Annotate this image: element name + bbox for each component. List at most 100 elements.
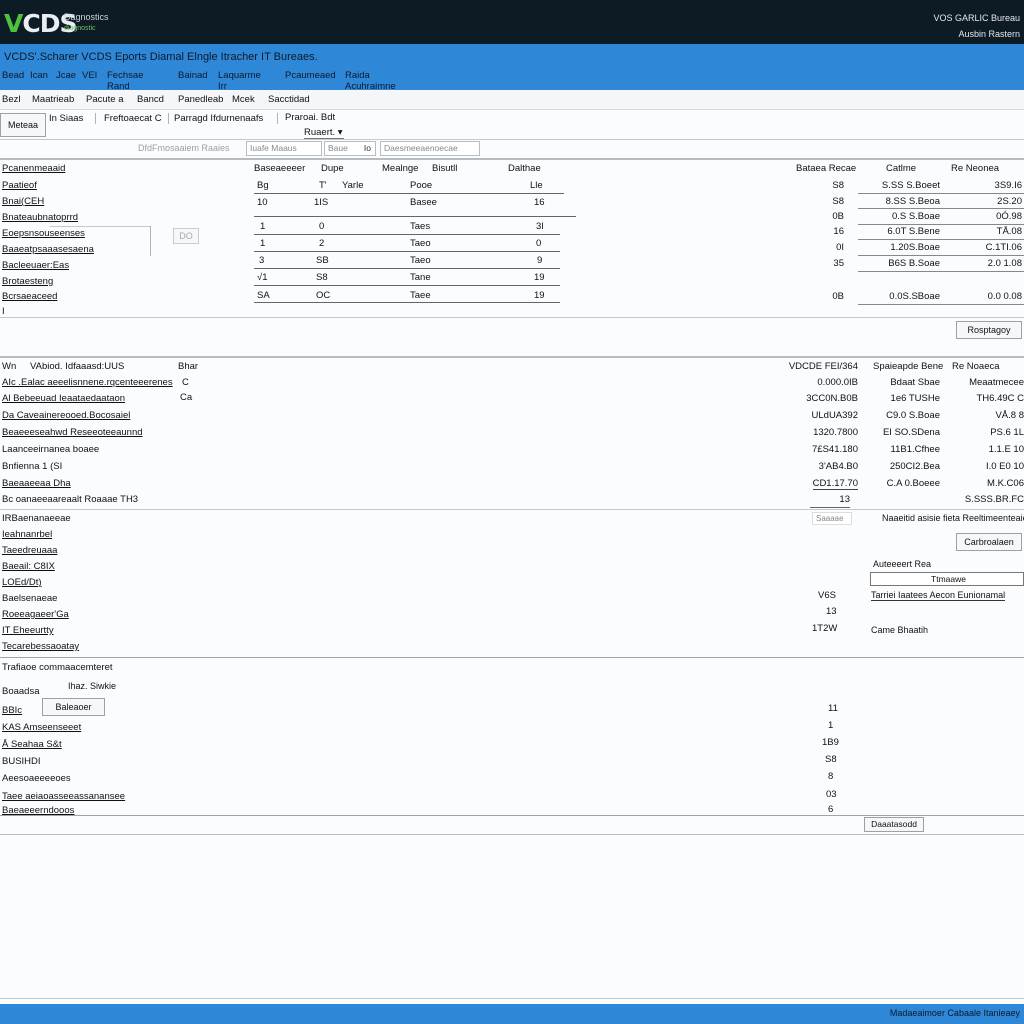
row-label[interactable]: Paatieof	[2, 180, 37, 191]
cell: Taeo	[410, 255, 431, 266]
row-label[interactable]: Pcanenmeaaid	[2, 163, 65, 174]
link-in-siaas[interactable]: In Siaas	[49, 113, 83, 124]
menu-item[interactable]: VEI	[82, 70, 97, 81]
filter-input-2[interactable]: Baue Io	[324, 141, 376, 156]
cell: Lle	[530, 180, 543, 191]
section3-label[interactable]: BBIc	[2, 705, 22, 716]
module-c2: I.0 E0 10	[985, 461, 1024, 472]
search-input[interactable]: Saaaae	[812, 512, 852, 525]
section3-label[interactable]: Boaadsa	[2, 686, 40, 697]
top-header-bar	[0, 0, 1024, 44]
link-freftoaecat[interactable]: Freftoaecat C	[104, 113, 162, 124]
right-cell: 2.0 1.08	[987, 258, 1022, 269]
brand-subtitle: diagnostic	[64, 25, 96, 32]
right-box-field[interactable]: Ttmaawe	[870, 572, 1024, 586]
row-divider	[254, 193, 564, 194]
cell: 1	[260, 238, 266, 249]
daaatasodd-button[interactable]: Daaatasodd	[864, 817, 924, 832]
cell: SA	[257, 290, 270, 301]
section3-number: 11	[828, 703, 838, 714]
col-header: Dupe	[321, 163, 344, 174]
filter-input-3[interactable]: Daesmeeaenoecae	[380, 141, 480, 156]
lower-label[interactable]: Taeedreuaaa	[2, 545, 57, 556]
cell: √1	[257, 272, 268, 283]
lower-label[interactable]: Roeeagaeer'Ga	[2, 609, 69, 620]
module-c1: 1e6 TUSHe	[890, 393, 940, 404]
cell: Taee	[410, 290, 431, 301]
menu-item[interactable]: Laquarme Irr	[218, 70, 261, 92]
menu-item[interactable]: Ican	[30, 70, 48, 81]
cell: 1	[260, 221, 266, 232]
left-action-button[interactable]: Meteaa	[0, 113, 46, 137]
module-value: ULdUA392	[811, 410, 858, 421]
cell: Bg	[257, 180, 269, 191]
lower-label[interactable]: Ieahnanrbel	[2, 529, 52, 540]
menu-item[interactable]: Pcaumeaed	[285, 70, 336, 81]
small-ok-button[interactable]: DO	[173, 228, 199, 244]
module-c1: EI SO.SDena	[882, 427, 940, 438]
rosptagoy-button[interactable]: Rosptagoy	[956, 321, 1022, 339]
toolbar: Bezl Maatrieab Pacute a Bancd Panedleab …	[0, 90, 1024, 110]
section2-head-mid: VAbiod. Idfaaasd:UUS	[30, 361, 125, 372]
col-header: Baseaeeeer	[254, 163, 306, 174]
section3-label[interactable]: Taee aeiaoasseeassanansee	[2, 791, 125, 802]
toolbar-item[interactable]: Sacctidad	[268, 94, 310, 105]
right-box-select[interactable]: Tarriei Iaatees Aecon Eunionamal	[871, 590, 1006, 601]
row-label[interactable]: Bnateaubnatoprrd	[2, 212, 78, 223]
lower-label[interactable]: IT Eheeurtty	[2, 625, 54, 636]
toolbar-item[interactable]: Mcek	[232, 94, 255, 105]
module-value: 7£S41.180	[812, 444, 858, 455]
section3-label[interactable]: Å Seahaa S&t	[2, 739, 62, 750]
filter-select-value: Ruaert.	[304, 127, 336, 138]
row-label[interactable]: Brotaesteng	[2, 276, 53, 287]
row-label[interactable]: Bacleeuaer:Eas	[2, 260, 69, 271]
row-label[interactable]: Bcrsaeaceed	[2, 291, 57, 302]
filter-select[interactable]: Ruaert. ▾	[304, 127, 344, 139]
baleaoer-button[interactable]: Baleaoer	[42, 698, 105, 716]
lower-label[interactable]: Tecarebessaoatay	[2, 641, 79, 652]
section3-label[interactable]: KAS Amseenseeet	[2, 722, 81, 733]
menu-item[interactable]: Bainad	[178, 70, 208, 81]
module-info-section	[0, 356, 1024, 656]
row-divider	[254, 302, 560, 303]
col-header: Bisutll	[432, 163, 458, 174]
toolbar-item[interactable]: Panedleab	[178, 94, 223, 105]
cell: 3	[259, 255, 265, 266]
lower-label[interactable]: LOEd/Dt)	[2, 577, 42, 588]
filter-input-1[interactable]: Iuafe Maaus	[246, 141, 322, 156]
module-label: Bnfienna 1 (SI	[2, 461, 63, 472]
divider	[0, 139, 1024, 140]
row-label[interactable]: Eoepsnsouseenses	[2, 228, 85, 239]
toolbar-item[interactable]: Bancd	[137, 94, 164, 105]
carbroalaen-button[interactable]: Carbroalaen	[956, 533, 1022, 551]
cell: 3I	[536, 221, 544, 232]
row-label[interactable]: Baaeatpsaaasesaena	[2, 244, 94, 255]
section3-label[interactable]: BUSIHDI	[2, 756, 41, 767]
right-cell: 0.S S.Boae	[891, 211, 940, 222]
toolbar-item[interactable]: Maatrieab	[32, 94, 74, 105]
status-text: Madaeaimoer Cabaale Itanieaey	[889, 1008, 1020, 1018]
lower-label[interactable]: Baelsenaeae	[2, 593, 57, 604]
menu-item[interactable]: Raida Acuhraimne	[345, 70, 396, 92]
link-parragd[interactable]: Parragd Ifdurnenaafs	[174, 113, 263, 124]
section3-label[interactable]: Aeesoaeeeeoes	[2, 773, 71, 784]
toolbar-item[interactable]: Bezl	[2, 94, 20, 105]
row-label[interactable]: Bnai(CEH	[2, 196, 44, 207]
cell: 9	[537, 255, 543, 266]
menu-item[interactable]: Jcae	[56, 70, 76, 81]
cell: Yarle	[342, 180, 364, 191]
right-cell: 6.0T S.Bene	[887, 226, 940, 237]
module-c2: TH6.49C C	[976, 393, 1024, 404]
menu-item[interactable]: Fechsae Rand	[107, 70, 143, 92]
section3-number: 1	[828, 720, 834, 731]
lower-label[interactable]: Baeail: C8IX	[2, 561, 55, 572]
lower-label[interactable]: IRBaenanaeeae	[2, 513, 71, 524]
menu-item[interactable]: Bead	[2, 70, 24, 81]
divider	[0, 317, 1024, 318]
section2-right-header: Re Noaeca	[952, 361, 1000, 372]
row-divider	[254, 216, 576, 217]
module-label: Da Caveainereooed.Bocosaiel	[2, 410, 131, 421]
divider	[168, 113, 169, 124]
cell: Taes	[410, 221, 431, 232]
toolbar-item[interactable]: Pacute a	[86, 94, 124, 105]
